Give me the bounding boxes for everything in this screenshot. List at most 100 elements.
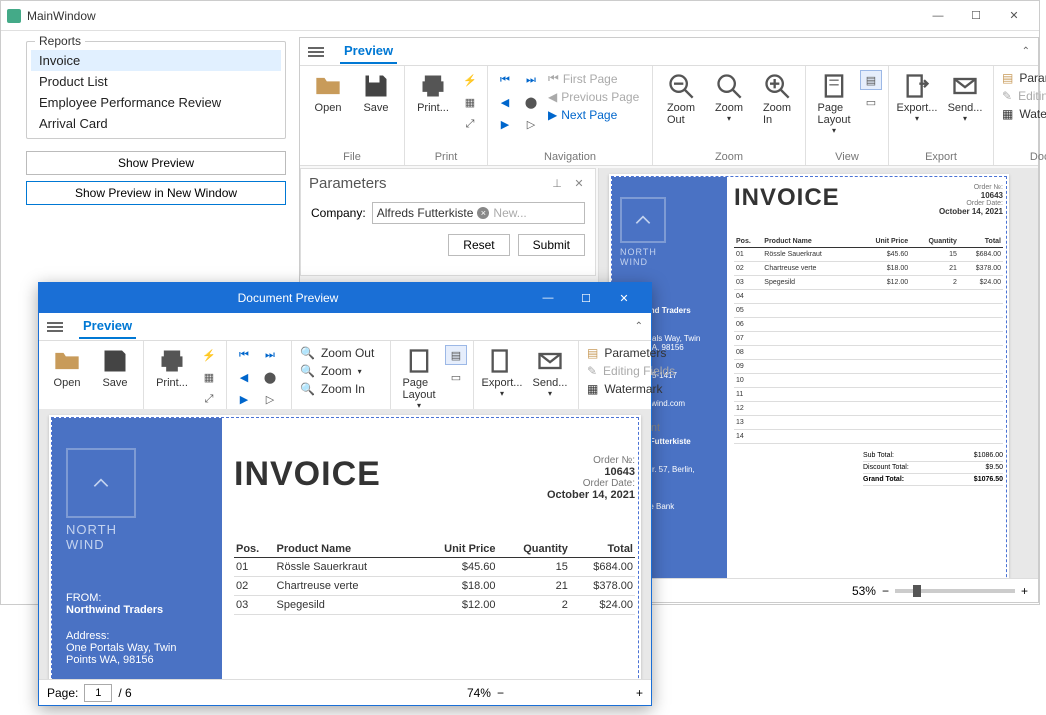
popup-close-button[interactable]: ✕ bbox=[605, 284, 643, 312]
save-button[interactable]: Save bbox=[354, 70, 398, 114]
last-page-icon[interactable]: ⏭ bbox=[520, 70, 542, 90]
invoice-table: Pos.Product NameUnit PriceQuantityTotal … bbox=[734, 236, 1003, 444]
popup-pagesetup-icon[interactable]: ▦ bbox=[198, 367, 220, 387]
group-file-label: File bbox=[306, 149, 398, 163]
popup-first-icon[interactable]: ⏮ bbox=[233, 345, 255, 365]
next-page-arrow-icon[interactable]: ▶ bbox=[494, 114, 516, 134]
page-layout-button[interactable]: Page Layout▾ bbox=[812, 70, 856, 135]
bookmarks-icon[interactable]: ▭ bbox=[860, 92, 882, 112]
close-button[interactable]: ✕ bbox=[995, 2, 1033, 30]
company-label: Company: bbox=[311, 206, 366, 220]
show-preview-button[interactable]: Show Preview bbox=[26, 151, 286, 175]
parameters-title: Parameters bbox=[309, 175, 387, 192]
popup-thumb-icon[interactable]: ▤ bbox=[445, 345, 467, 365]
popup-export-button[interactable]: Export...▾ bbox=[480, 345, 524, 398]
group-nav-label: Navigation bbox=[494, 149, 646, 163]
send-button[interactable]: Send...▾ bbox=[943, 70, 987, 123]
ribbon-collapse-button[interactable]: ⌃ bbox=[1022, 46, 1030, 57]
group-view-label: View bbox=[812, 149, 882, 163]
next-page-link[interactable]: ▶Next Page bbox=[546, 107, 646, 123]
maximize-button[interactable]: ☐ bbox=[957, 2, 995, 30]
zoom-plus-button[interactable]: + bbox=[1021, 584, 1028, 598]
popup-prev-icon[interactable]: ◀ bbox=[233, 367, 255, 387]
watermark-link[interactable]: ▦Watermark bbox=[1000, 106, 1046, 122]
popup-zoom-link[interactable]: 🔍Zoom▾ bbox=[298, 363, 384, 379]
reset-button[interactable]: Reset bbox=[448, 234, 509, 256]
popup-ribbon-menu-icon[interactable] bbox=[47, 320, 65, 334]
thumbnails-icon[interactable]: ▤ bbox=[860, 70, 882, 90]
group-doc-label: Document bbox=[1000, 149, 1046, 163]
popup-save-button[interactable]: Save bbox=[93, 345, 137, 389]
zoom-button[interactable]: Zoom▾ bbox=[707, 70, 751, 123]
popup-open-button[interactable]: Open bbox=[45, 345, 89, 389]
open-button[interactable]: Open bbox=[306, 70, 350, 114]
minimize-button[interactable]: — bbox=[919, 2, 957, 30]
popup-ribbon-collapse[interactable]: ⌃ bbox=[635, 321, 643, 332]
submit-button[interactable]: Submit bbox=[518, 234, 585, 256]
popup-statusbar: Page: / 6 74% − + bbox=[39, 679, 651, 705]
popup-hand-icon[interactable]: ⬤ bbox=[259, 367, 281, 387]
popup-zoom-minus[interactable]: − bbox=[497, 686, 504, 700]
zoom-minus-button[interactable]: − bbox=[882, 584, 889, 598]
parameters-link[interactable]: ▤Parameters bbox=[1000, 70, 1046, 86]
popup-pagelayout-button[interactable]: Page Layout▾ bbox=[397, 345, 441, 410]
first-page-icon[interactable]: ⏮ bbox=[494, 70, 516, 90]
logo-icon bbox=[620, 197, 666, 243]
show-preview-new-window-button[interactable]: Show Preview in New Window bbox=[26, 181, 286, 205]
popup-book-icon[interactable]: ▭ bbox=[445, 367, 467, 387]
invoice-title: INVOICE bbox=[734, 184, 840, 212]
popup-zoomin-link[interactable]: 🔍Zoom In bbox=[298, 381, 384, 397]
popup-document-viewport[interactable]: NORTH WIND FROM:Northwind Traders Addres… bbox=[39, 409, 651, 679]
ribbon-menu-icon[interactable] bbox=[308, 45, 326, 59]
parameters-panel: Parameters ⊥ ✕ Company: Alfreds Futterki… bbox=[300, 168, 596, 276]
popup-minimize-button[interactable]: — bbox=[529, 284, 567, 312]
zoom-value: 53% bbox=[852, 584, 876, 598]
popup-wm-link[interactable]: ▦Watermark bbox=[585, 381, 685, 397]
popup-send-button[interactable]: Send...▾ bbox=[528, 345, 572, 398]
pointer-icon[interactable]: ▷ bbox=[520, 114, 542, 134]
popup-tab-preview[interactable]: Preview bbox=[79, 314, 136, 339]
popup-params-link[interactable]: ▤Parameters bbox=[585, 345, 685, 361]
zoom-slider[interactable] bbox=[895, 589, 1015, 593]
app-icon bbox=[7, 9, 21, 23]
popup-zoom-value: 74% bbox=[467, 686, 491, 700]
zoom-in-button[interactable]: Zoom In bbox=[755, 70, 799, 126]
prev-page-arrow-icon[interactable]: ◀ bbox=[494, 92, 516, 112]
export-button[interactable]: Export...▾ bbox=[895, 70, 939, 123]
document-preview-window: Document Preview — ☐ ✕ Preview ⌃ Open Sa… bbox=[38, 282, 652, 706]
popup-maximize-button[interactable]: ☐ bbox=[567, 284, 605, 312]
popup-fields-link[interactable]: ✎Editing Fields bbox=[585, 363, 685, 379]
company-input[interactable]: Alfreds Futterkiste× New... bbox=[372, 202, 585, 224]
page-total: / 6 bbox=[118, 686, 131, 700]
reports-legend: Reports bbox=[35, 34, 85, 48]
page-input[interactable] bbox=[84, 684, 112, 702]
report-item-productlist[interactable]: Product List bbox=[31, 71, 281, 92]
titlebar: MainWindow — ☐ ✕ bbox=[1, 1, 1039, 31]
group-export-label: Export bbox=[895, 149, 987, 163]
remove-token-icon[interactable]: × bbox=[477, 207, 489, 219]
editing-fields-link[interactable]: ✎Editing Fields bbox=[1000, 88, 1046, 104]
popup-quickprint-icon[interactable]: ⚡ bbox=[198, 345, 220, 365]
popup-last-icon[interactable]: ⏭ bbox=[259, 345, 281, 365]
report-item-employeeperf[interactable]: Employee Performance Review bbox=[31, 92, 281, 113]
tab-preview[interactable]: Preview bbox=[340, 39, 397, 64]
hand-tool-icon[interactable]: ⬤ bbox=[520, 92, 542, 112]
popup-next-icon[interactable]: ▶ bbox=[233, 389, 255, 409]
close-panel-icon[interactable]: ✕ bbox=[571, 176, 587, 192]
scale-icon[interactable]: ⤢ bbox=[459, 114, 481, 134]
prev-page-link[interactable]: ◀Previous Page bbox=[546, 89, 646, 105]
popup-ptr-icon[interactable]: ▷ bbox=[259, 389, 281, 409]
zoom-out-button[interactable]: Zoom Out bbox=[659, 70, 703, 126]
report-item-arrivalcard[interactable]: Arrival Card bbox=[31, 113, 281, 134]
popup-scale-icon[interactable]: ⤢ bbox=[198, 389, 220, 409]
print-button[interactable]: Print... bbox=[411, 70, 455, 114]
page-setup-icon[interactable]: ▦ bbox=[459, 92, 481, 112]
popup-print-button[interactable]: Print... bbox=[150, 345, 194, 389]
popup-zoomout-link[interactable]: 🔍Zoom Out bbox=[298, 345, 384, 361]
report-item-invoice[interactable]: Invoice bbox=[31, 50, 281, 71]
first-page-link[interactable]: ⏮First Page bbox=[546, 70, 646, 87]
popup-title: Document Preview bbox=[47, 291, 529, 305]
pin-icon[interactable]: ⊥ bbox=[549, 176, 565, 192]
quick-print-icon[interactable]: ⚡ bbox=[459, 70, 481, 90]
popup-zoom-plus[interactable]: + bbox=[636, 686, 643, 700]
